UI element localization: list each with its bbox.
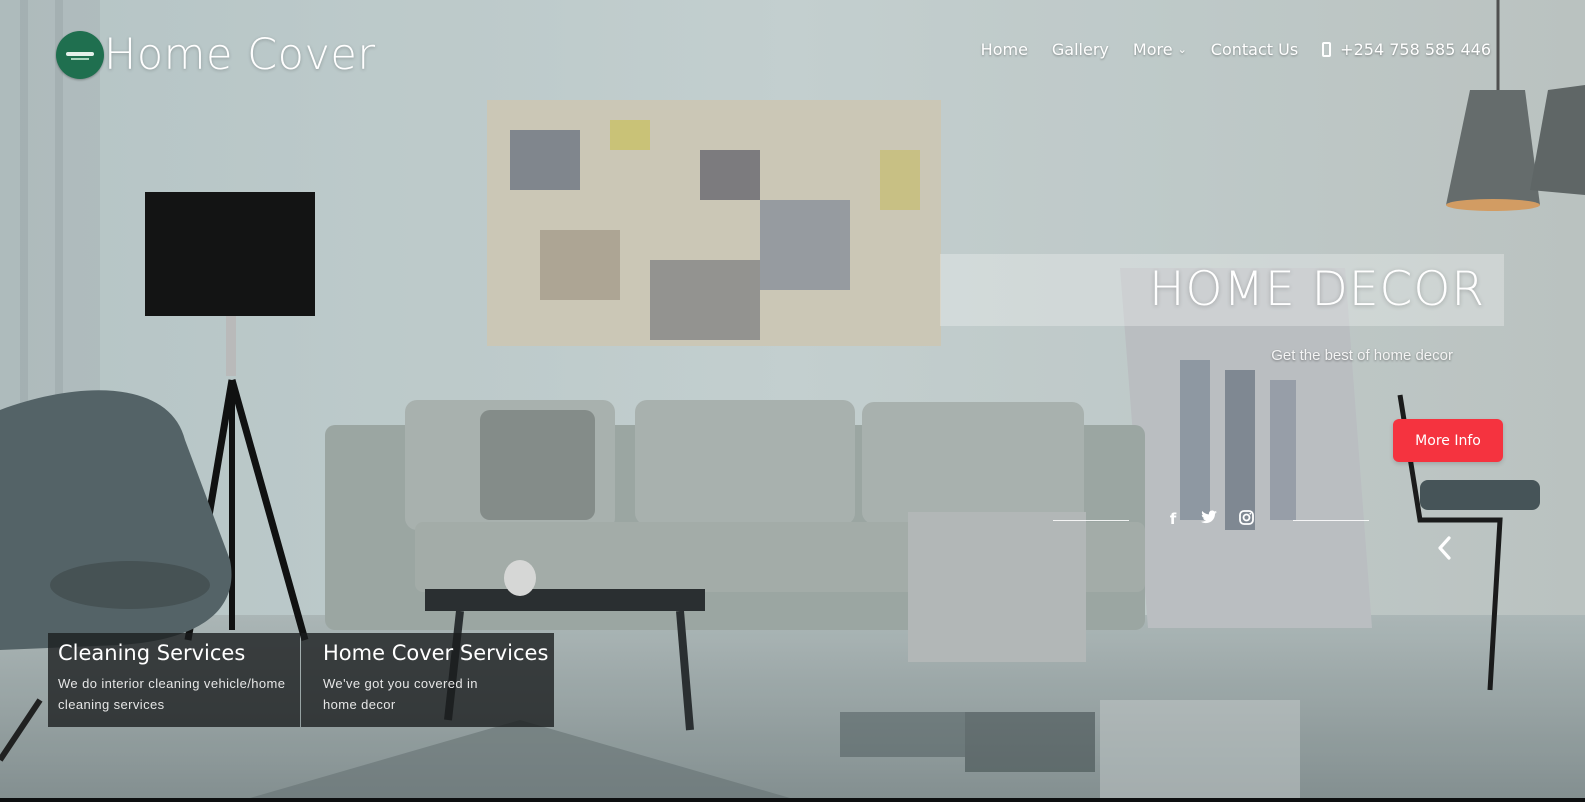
brand-logo[interactable]: Home Cover [56,30,376,80]
nav-contact-label: Contact Us [1210,40,1299,59]
nav-phone-link[interactable]: +254 758 585 446 [1322,40,1491,59]
brand-name: Home Cover [104,30,376,80]
nav-item-contact[interactable]: Contact Us [1211,40,1298,59]
nav-item-more[interactable]: More ⌄ [1133,40,1187,59]
chevron-down-icon: ⌄ [1177,43,1187,56]
page: Home Cover Home Gallery More ⌄ Contact U… [0,0,1585,802]
more-info-button[interactable]: More Info [1393,419,1503,462]
instagram-icon[interactable] [1236,510,1256,529]
nav-more-label: More [1132,40,1173,59]
nav-home-label: Home [980,40,1028,59]
nav-gallery-label: Gallery [1051,40,1109,59]
hero-subtitle: Get the best of home decor [1271,347,1453,364]
nav-item-gallery[interactable]: Gallery [1052,40,1109,59]
twitter-icon[interactable] [1199,510,1219,528]
phone-icon [1322,42,1332,57]
nav-item-home[interactable]: Home [981,40,1028,59]
social-divider-right [1293,520,1369,521]
facebook-icon[interactable]: f [1163,510,1183,528]
slider-prev-arrow-icon[interactable] [1432,532,1458,564]
main-nav: Home Gallery More ⌄ Contact Us +254 758 … [981,40,1491,59]
hero-title: HOME DECOR [1149,262,1485,317]
service-card-home-cover[interactable]: Home Cover Services We've got you covere… [301,633,554,727]
service-title: Cleaning Services [58,641,246,665]
nav-phone-number: +254 758 585 446 [1340,40,1491,59]
service-description: We do interior cleaning vehicle/home cle… [58,676,286,712]
social-divider-left [1053,520,1129,521]
social-links: f [1053,507,1369,533]
service-card-cleaning[interactable]: Cleaning Services We do interior cleanin… [48,633,300,727]
service-description: We've got you covered in home decor [323,676,478,712]
service-title: Home Cover Services [323,641,549,665]
house-logo-icon [56,31,104,79]
